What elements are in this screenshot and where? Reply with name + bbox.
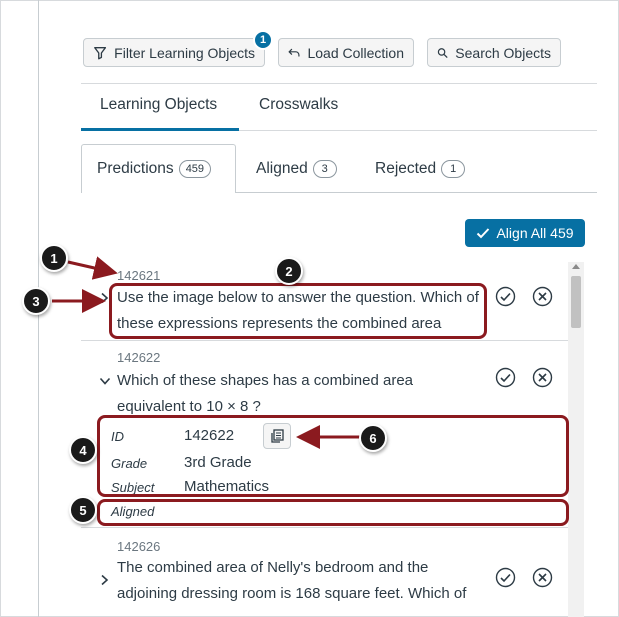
scrollbar-thumb[interactable] bbox=[571, 276, 581, 328]
rejected-count: 1 bbox=[441, 160, 466, 178]
toolbar-divider bbox=[81, 83, 597, 84]
callout-marker-3: 3 bbox=[22, 287, 50, 315]
predictions-count: 459 bbox=[178, 160, 212, 178]
callout-box-status bbox=[97, 499, 569, 526]
reject-x-icon[interactable] bbox=[532, 567, 553, 588]
subtab-aligned-label: Aligned bbox=[256, 160, 308, 177]
callout-marker-1: 1 bbox=[40, 244, 68, 272]
chevron-right-icon[interactable] bbox=[99, 574, 111, 586]
chevron-down-icon[interactable] bbox=[99, 375, 111, 387]
filter-label: Filter Learning Objects bbox=[114, 44, 255, 61]
load-collection-label: Load Collection bbox=[307, 44, 404, 61]
tab-crosswalks[interactable]: Crosswalks bbox=[259, 96, 338, 114]
aligned-count: 3 bbox=[312, 160, 337, 178]
callout-marker-6: 6 bbox=[359, 424, 387, 452]
reject-x-icon[interactable] bbox=[532, 286, 553, 307]
row-divider bbox=[81, 340, 568, 341]
filter-count-badge: 1 bbox=[253, 30, 273, 50]
subtab-predictions[interactable]: Predictions 459 bbox=[97, 160, 212, 178]
item-text[interactable]: The combined area of Nelly's bedroom and… bbox=[117, 555, 482, 607]
filter-learning-objects-button[interactable]: Filter Learning Objects bbox=[83, 38, 265, 67]
align-all-button[interactable]: Align All 459 bbox=[465, 219, 585, 247]
item-id: 142622 bbox=[117, 350, 161, 365]
approve-check-icon[interactable] bbox=[495, 286, 516, 307]
subtab-rejected[interactable]: Rejected 1 bbox=[375, 160, 466, 178]
callout-box-details bbox=[97, 415, 569, 497]
search-objects-button[interactable]: Search Objects bbox=[427, 38, 561, 67]
load-collection-button[interactable]: Load Collection bbox=[278, 38, 414, 67]
reject-x-icon[interactable] bbox=[532, 367, 553, 388]
active-tab-indicator bbox=[81, 128, 239, 131]
callout-box-item-text bbox=[109, 283, 487, 339]
filter-icon bbox=[94, 46, 107, 59]
scroll-up-arrow-icon[interactable] bbox=[572, 264, 580, 269]
undo-arrow-icon bbox=[288, 48, 300, 57]
item-text[interactable]: Which of these shapes has a combined are… bbox=[117, 368, 482, 420]
approve-check-icon[interactable] bbox=[495, 567, 516, 588]
item-id: 142621 bbox=[117, 268, 161, 283]
checkmark-icon bbox=[477, 228, 490, 239]
item-id: 142626 bbox=[117, 539, 161, 554]
subtab-aligned[interactable]: Aligned 3 bbox=[256, 160, 337, 178]
subtab-rejected-label: Rejected bbox=[375, 160, 437, 177]
callout-marker-5: 5 bbox=[69, 496, 97, 524]
row-divider bbox=[81, 527, 568, 528]
subtab-predictions-label: Predictions bbox=[97, 160, 174, 177]
search-icon bbox=[437, 47, 448, 58]
callout-marker-4: 4 bbox=[69, 436, 97, 464]
tab-learning-objects[interactable]: Learning Objects bbox=[100, 96, 217, 114]
approve-check-icon[interactable] bbox=[495, 367, 516, 388]
align-all-label: Align All 459 bbox=[496, 225, 574, 241]
callout-marker-2: 2 bbox=[275, 257, 303, 285]
search-objects-label: Search Objects bbox=[455, 44, 551, 61]
